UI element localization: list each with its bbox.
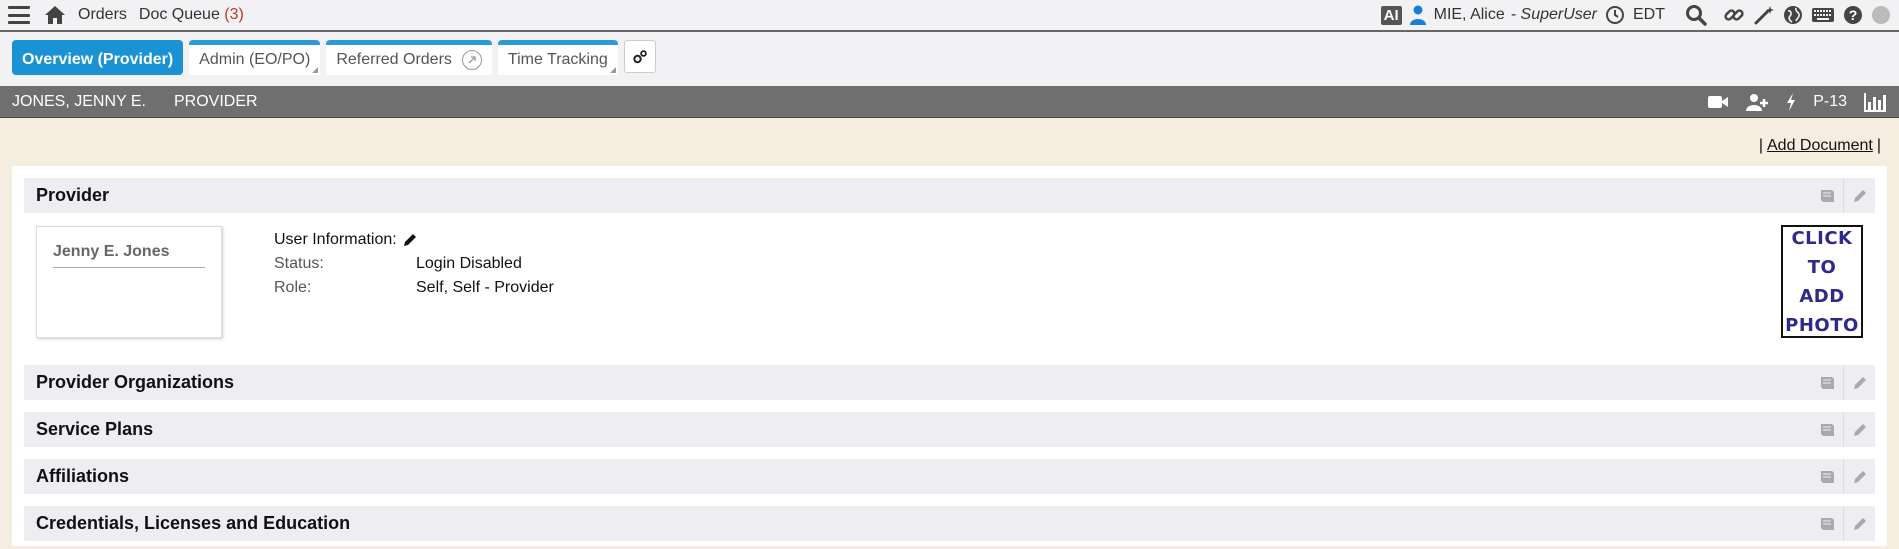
section-title: Provider xyxy=(36,185,110,205)
orders-link[interactable]: Orders xyxy=(78,6,127,24)
link-icon[interactable] xyxy=(1723,4,1745,26)
section-title: Credentials, Licenses and Education xyxy=(36,513,351,533)
section-service-plans[interactable]: Service Plans xyxy=(24,412,1875,447)
document-actions: | Add Document | xyxy=(12,126,1887,166)
page-code-label: P-13 xyxy=(1813,92,1847,110)
resize-corner-icon xyxy=(609,67,616,73)
role-label: Role: xyxy=(274,279,312,296)
status-label: Status: xyxy=(274,255,324,272)
current-user-link[interactable]: MIE, Alice - SuperUser xyxy=(1434,6,1597,24)
clock-icon xyxy=(1605,5,1625,25)
user-name: MIE, Alice xyxy=(1433,6,1505,23)
add-user-icon[interactable] xyxy=(1745,93,1769,111)
open-external-icon[interactable] xyxy=(461,50,482,70)
tab-label: Admin (EO/PO) xyxy=(199,51,311,68)
status-value: Login Disabled xyxy=(416,255,522,272)
photo-line-2: TO ADD xyxy=(1799,256,1845,307)
menu-icon[interactable] xyxy=(8,6,30,24)
section-provider-organizations[interactable]: Provider Organizations xyxy=(24,365,1875,400)
chart-icon[interactable] xyxy=(1863,92,1887,112)
user-information: User Information: Status: Login Disabled… xyxy=(274,231,554,353)
section-tools xyxy=(1811,412,1875,447)
provider-header-tools: P-13 xyxy=(1707,92,1887,112)
doc-queue-link[interactable]: Doc Queue (3) xyxy=(139,6,244,24)
timezone-label: EDT xyxy=(1633,6,1665,23)
top-nav-left: Orders Doc Queue (3) xyxy=(8,5,244,25)
home-icon[interactable] xyxy=(44,5,66,25)
photo-line-3: PHOTO xyxy=(1785,314,1859,336)
bolt-icon[interactable] xyxy=(1785,92,1797,111)
provider-name: JONES, JENNY E. xyxy=(12,92,146,110)
edit-pencil-icon[interactable] xyxy=(403,233,417,247)
provider-panel: Provider Jenny E. Jones User Information… xyxy=(12,166,1887,546)
ai-badge-button[interactable]: AI xyxy=(1380,5,1402,25)
separator: | xyxy=(1758,137,1763,154)
section-tools xyxy=(1811,178,1875,213)
globe-icon[interactable] xyxy=(1783,5,1803,25)
tab-admin-eo-po[interactable]: Admin (EO/PO) xyxy=(189,40,321,75)
pencil-icon[interactable] xyxy=(1843,365,1875,400)
user-role: - SuperUser xyxy=(1510,6,1597,23)
role-row: Role: Self, Self - Provider xyxy=(274,279,554,297)
status-row: Status: Login Disabled xyxy=(274,255,554,273)
top-navigation-bar: Orders Doc Queue (3) AI MIE, Alice - Supe… xyxy=(0,0,1899,32)
user-information-title: User Information: xyxy=(274,231,554,249)
add-photo-button[interactable]: CLICK TO ADD PHOTO xyxy=(1781,225,1863,338)
provider-details: Jenny E. Jones User Information: Status:… xyxy=(24,225,1875,353)
tab-overview-provider[interactable]: Overview (Provider) xyxy=(12,40,184,75)
section-title: Affiliations xyxy=(36,466,129,486)
section-tools xyxy=(1811,459,1875,494)
pencil-icon[interactable] xyxy=(1843,459,1875,494)
wand-icon[interactable] xyxy=(1753,4,1775,26)
tab-referred-orders[interactable]: Referred Orders xyxy=(326,40,492,75)
book-icon[interactable] xyxy=(1811,459,1843,494)
book-icon[interactable] xyxy=(1811,178,1843,213)
keyboard-icon[interactable] xyxy=(1811,7,1835,23)
search-icon[interactable] xyxy=(1685,4,1707,26)
tab-label: Overview (Provider) xyxy=(22,51,174,68)
section-affiliations[interactable]: Affiliations xyxy=(24,459,1875,494)
pencil-icon[interactable] xyxy=(1843,506,1875,541)
book-icon[interactable] xyxy=(1811,365,1843,400)
pencil-icon[interactable] xyxy=(1843,412,1875,447)
section-tools xyxy=(1811,506,1875,541)
book-icon[interactable] xyxy=(1811,506,1843,541)
photo-line-1: CLICK xyxy=(1791,227,1853,249)
tab-label: Referred Orders xyxy=(336,51,452,68)
separator: | xyxy=(1876,137,1881,154)
svg-text:?: ? xyxy=(1849,7,1858,23)
doc-queue-count: (3) xyxy=(224,6,244,23)
tab-time-tracking[interactable]: Time Tracking xyxy=(497,40,618,75)
book-icon[interactable] xyxy=(1811,412,1843,447)
main-content: | Add Document | Provider Jenny E. Jones xyxy=(0,126,1899,546)
tab-label: Time Tracking xyxy=(507,51,608,68)
provider-header-bar: JONES, JENNY E. PROVIDER P-13 xyxy=(0,86,1899,118)
tab-settings-gears-icon[interactable] xyxy=(623,40,656,73)
video-icon[interactable] xyxy=(1707,94,1729,110)
section-credentials-licenses-education[interactable]: Credentials, Licenses and Education xyxy=(24,506,1875,541)
section-tools xyxy=(1811,365,1875,400)
user-icon xyxy=(1409,5,1426,25)
role-value: Self, Self - Provider xyxy=(416,279,554,296)
provider-card-name: Jenny E. Jones xyxy=(53,243,205,268)
doc-queue-label: Doc Queue xyxy=(138,6,220,23)
section-title: Service Plans xyxy=(36,419,154,439)
resize-corner-icon xyxy=(312,67,319,73)
user-information-label: User Information: xyxy=(274,231,397,248)
add-document-link[interactable]: Add Document xyxy=(1767,137,1873,155)
status-dot-icon[interactable] xyxy=(1871,5,1891,25)
tab-bar: Overview (Provider) Admin (EO/PO) Referr… xyxy=(0,32,1899,86)
section-title: Provider Organizations xyxy=(36,372,235,392)
top-nav-right: AI MIE, Alice - SuperUser EDT ? xyxy=(1380,4,1891,26)
section-provider-header[interactable]: Provider xyxy=(24,178,1875,213)
help-icon[interactable]: ? xyxy=(1843,5,1863,25)
provider-card: Jenny E. Jones xyxy=(36,226,222,338)
provider-type-label: PROVIDER xyxy=(173,92,258,110)
pencil-icon[interactable] xyxy=(1843,178,1875,213)
